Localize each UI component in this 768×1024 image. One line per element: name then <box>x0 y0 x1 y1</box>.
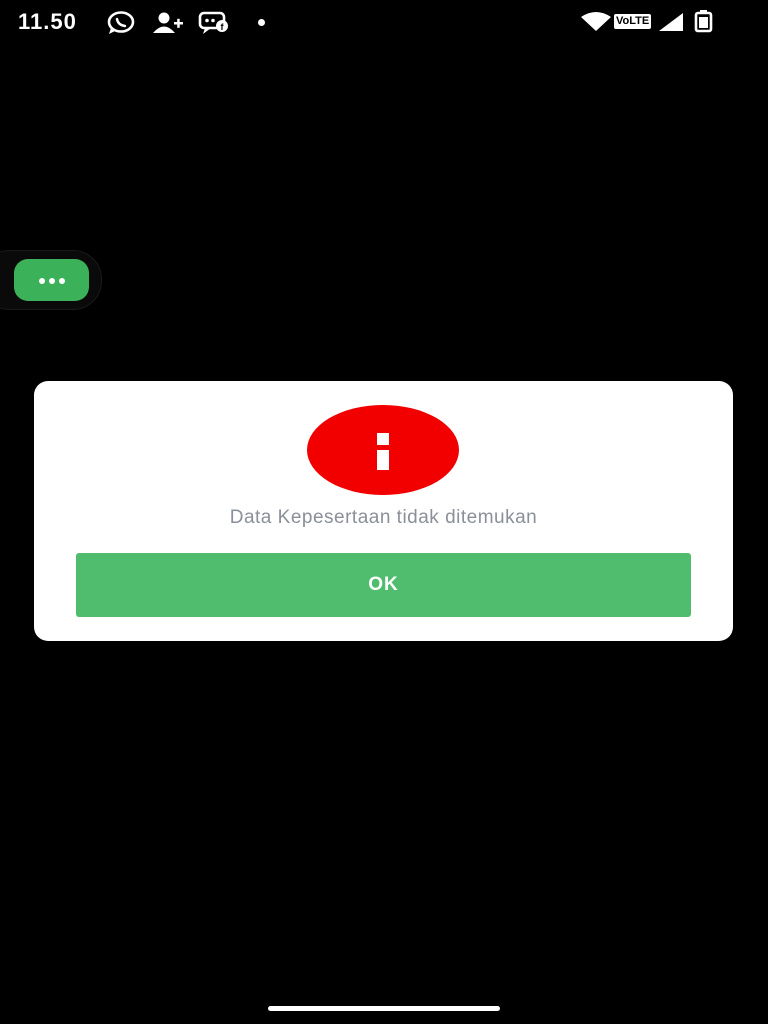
status-bar: 11.50 f VoLTE <box>0 0 768 44</box>
info-icon <box>307 405 459 495</box>
signal-icon <box>658 12 684 37</box>
notification-dot-icon <box>258 19 265 26</box>
wifi-icon <box>580 12 612 37</box>
add-contact-icon <box>152 11 186 40</box>
more-horizontal-icon <box>38 273 66 288</box>
battery-icon <box>694 9 714 38</box>
alert-dialog: Data Kepesertaan tidak ditemukan OK <box>34 381 733 641</box>
home-indicator[interactable] <box>268 1006 500 1011</box>
dialog-message: Data Kepesertaan tidak ditemukan <box>229 507 538 528</box>
ok-button[interactable]: OK <box>76 553 691 617</box>
floating-menu <box>0 250 102 310</box>
volte-badge: VoLTE <box>614 14 652 29</box>
status-time: 11.50 <box>18 9 77 34</box>
chat-bubble-icon: f <box>198 11 234 40</box>
whatsapp-icon <box>106 11 136 40</box>
more-menu-button[interactable] <box>14 259 89 301</box>
